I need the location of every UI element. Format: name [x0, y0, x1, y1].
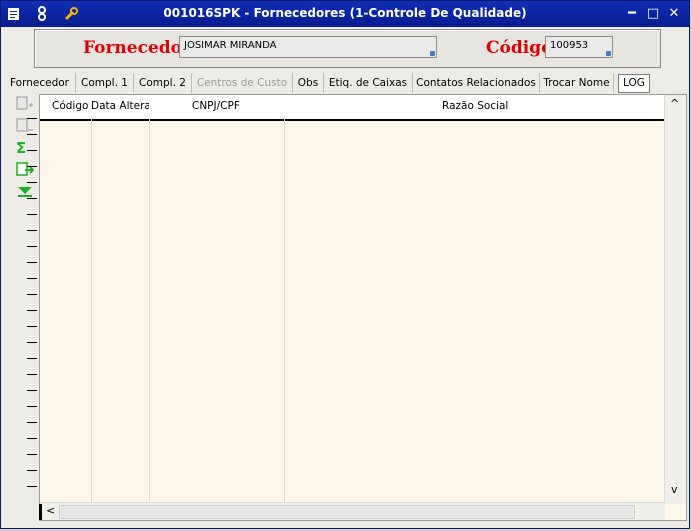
fornecedor-field[interactable]: JOSIMAR MIRANDA [179, 36, 437, 58]
column-divider [91, 119, 92, 504]
scroll-left-button[interactable]: < [46, 504, 55, 517]
scroll-down-button[interactable]: v [671, 483, 678, 496]
minimize-button[interactable]: ━ [624, 6, 640, 22]
add-record-icon[interactable] [16, 96, 34, 112]
tab-etiq-de-caixas[interactable]: Etiq. de Caixas [324, 73, 413, 93]
tab-compl-2[interactable]: Compl. 2 [134, 73, 192, 93]
column-header-cnpj-cpf[interactable]: CNPJ/CPF [192, 95, 282, 119]
horizontal-scrollbar[interactable]: < [40, 502, 665, 520]
scroll-thumb[interactable] [59, 505, 635, 519]
tab-compl-1[interactable]: Compl. 1 [76, 73, 134, 93]
log-grid[interactable]: Código Data Alteraç CNPJ/CPF Razão Socia… [39, 94, 687, 521]
column-header-razao-social[interactable]: Razão Social [442, 95, 562, 119]
codigo-label: Código [486, 38, 553, 58]
lookup-icon[interactable] [606, 51, 611, 56]
title-bar[interactable]: 001016SPK - Fornecedores (1-Controle De … [1, 1, 689, 27]
tab-obs[interactable]: Obs [293, 73, 324, 93]
fornecedor-value: JOSIMAR MIRANDA [184, 40, 277, 51]
tab-fornecedor[interactable]: Fornecedor [4, 73, 76, 93]
supplier-header: Fornecedor JOSIMAR MIRANDA Código 100953 [34, 29, 661, 68]
restore-button[interactable]: □ [645, 6, 661, 22]
vertical-scrollbar[interactable]: ^ v [664, 95, 686, 504]
row-indicator-column [27, 118, 37, 518]
close-button[interactable]: ✕ [666, 6, 682, 22]
codigo-field[interactable]: 100953 [545, 36, 613, 58]
lookup-icon[interactable] [430, 51, 435, 56]
codigo-value: 100953 [550, 40, 589, 51]
grid-header: Código Data Alteraç CNPJ/CPF Razão Socia… [40, 95, 665, 121]
scroll-up-button[interactable]: ^ [670, 97, 679, 110]
main-window: 001016SPK - Fornecedores (1-Controle De … [0, 0, 690, 529]
tab-centros-de-custo[interactable]: Centros de Custo [192, 73, 293, 93]
window-title: 001016SPK - Fornecedores (1-Controle De … [163, 6, 527, 20]
column-header-data-alteracao[interactable]: Data Alteraç [91, 95, 149, 119]
column-divider [149, 119, 150, 504]
column-divider [284, 119, 285, 504]
tab-bar: Fornecedor Compl. 1 Compl. 2 Centros de … [4, 73, 690, 93]
fornecedor-label: Fornecedor [83, 38, 191, 58]
column-header-codigo[interactable]: Código [52, 95, 90, 119]
current-row-marker [39, 504, 42, 520]
tab-contatos-relacionados[interactable]: Contatos Relacionados [413, 73, 540, 93]
tab-log[interactable]: LOG [618, 74, 650, 93]
tab-trocar-nome[interactable]: Trocar Nome [540, 73, 614, 93]
